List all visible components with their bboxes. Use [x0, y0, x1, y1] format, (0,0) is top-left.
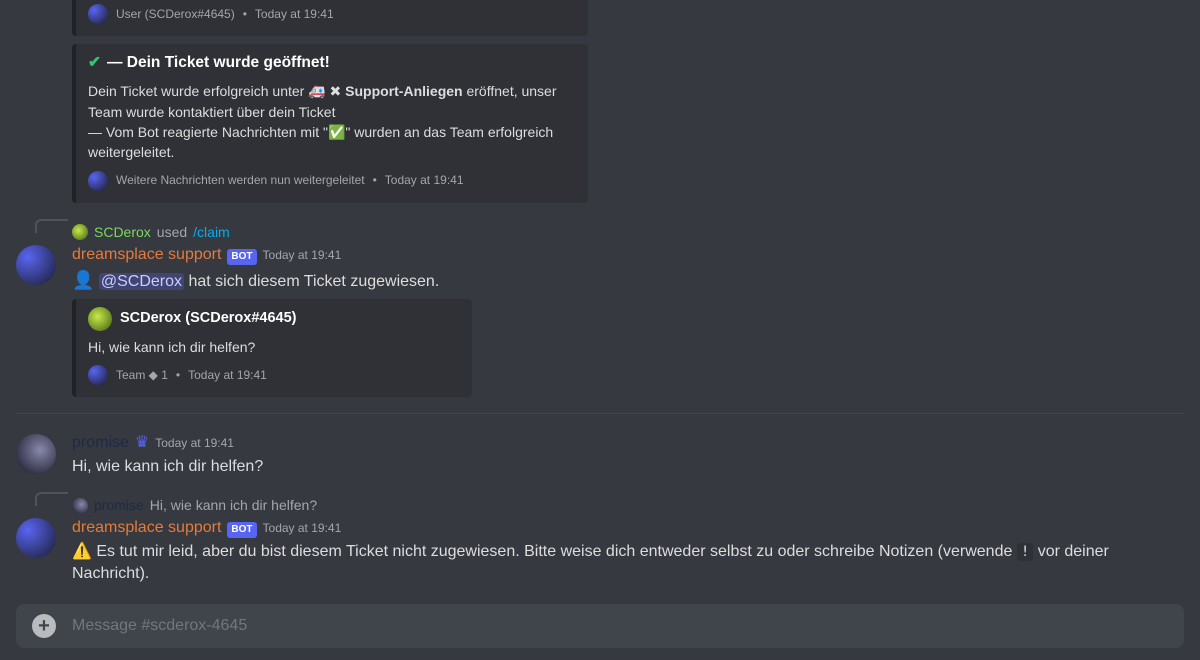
message-group: promise ♛ Today at 19:41 Hi, wie kann ic… — [0, 430, 1200, 478]
embed-footer: Weitere Nachrichten werden nun weitergel… — [88, 171, 572, 191]
footer-avatar-icon — [88, 4, 108, 24]
username[interactable]: promise — [72, 432, 129, 454]
reply-preview: Hi, wie kann ich dir helfen? — [150, 496, 317, 515]
reply-action: used — [157, 223, 187, 242]
message-divider — [16, 413, 1184, 414]
message-group: SCDerox used /claim dreamsplace support … — [0, 223, 1200, 398]
slash-command[interactable]: /claim — [193, 223, 230, 242]
reply-username: SCDerox — [94, 223, 151, 242]
message-content: ⚠️ Es tut mir leid, aber du bist diesem … — [72, 541, 1184, 585]
message-input[interactable] — [72, 617, 1168, 635]
dot-separator-icon: • — [373, 172, 377, 189]
timestamp: Today at 19:41 — [155, 435, 234, 452]
author-avatar-icon — [88, 307, 112, 331]
reply-avatar-icon — [72, 498, 88, 514]
footer-time: Today at 19:41 — [255, 6, 334, 23]
author-name: SCDerox (SCDerox#4645) — [120, 309, 297, 329]
message-header: promise ♛ Today at 19:41 — [72, 432, 1184, 454]
embed-description: Hi, wie kann ich dir helfen? — [88, 337, 456, 357]
message-content: Hi, wie kann ich dir helfen? — [72, 456, 1184, 478]
embed-title: ✔ — Dein Ticket wurde geöffnet! — [88, 52, 572, 73]
reply-context[interactable]: SCDerox used /claim — [72, 223, 1184, 242]
reply-username: promise — [94, 496, 144, 515]
embed-description: Dein Ticket wurde erfolgreich unter 🚑 ✖ … — [88, 81, 572, 162]
message-group: promise Hi, wie kann ich dir helfen? dre… — [0, 496, 1200, 585]
embed-ticket-opened: ✔ — Dein Ticket wurde geöffnet! Dein Tic… — [72, 44, 588, 203]
message-header: dreamsplace support BOT Today at 19:41 — [72, 244, 1184, 266]
bot-badge: BOT — [227, 249, 256, 265]
embed-footer: Team ◆ 1 • Today at 19:41 — [88, 365, 456, 385]
username[interactable]: dreamsplace support — [72, 244, 221, 266]
reply-avatar-icon — [72, 224, 88, 240]
dot-separator-icon: • — [176, 367, 180, 384]
footer-time: Today at 19:41 — [385, 172, 464, 189]
avatar[interactable] — [16, 245, 56, 285]
attach-button[interactable]: + — [32, 614, 56, 638]
footer-avatar-icon — [88, 365, 108, 385]
dot-separator-icon: • — [243, 6, 247, 23]
code-inline: ! — [1017, 543, 1033, 561]
footer-text: Team ◆ 1 — [116, 367, 168, 384]
footer-text: Weitere Nachrichten werden nun weitergel… — [116, 172, 365, 189]
embed-team-reply: SCDerox (SCDerox#4645) Hi, wie kann ich … — [72, 299, 472, 397]
embed-user-opened: User (SCDerox#4645) • Today at 19:41 — [72, 0, 588, 36]
message-list: User (SCDerox#4645) • Today at 19:41 ✔ —… — [0, 0, 1200, 604]
check-icon: ✔ — [88, 52, 101, 73]
user-mention[interactable]: @SCDerox — [99, 273, 184, 290]
reply-spine-icon — [35, 492, 68, 506]
message-input-area: + — [16, 604, 1184, 648]
message-header: dreamsplace support BOT Today at 19:41 — [72, 517, 1184, 539]
message-input-box[interactable]: + — [16, 604, 1184, 648]
footer-time: Today at 19:41 — [188, 367, 267, 384]
embed-footer: User (SCDerox#4645) • Today at 19:41 — [88, 4, 572, 24]
crown-icon: ♛ — [135, 432, 149, 454]
silhouette-icon: 👤 — [72, 270, 94, 290]
message-content: 👤 @SCDerox hat sich diesem Ticket zugewi… — [72, 268, 1184, 293]
avatar[interactable] — [16, 434, 56, 474]
reply-spine-icon — [35, 219, 68, 233]
avatar[interactable] — [16, 518, 56, 558]
footer-text: User (SCDerox#4645) — [116, 6, 235, 23]
username[interactable]: dreamsplace support — [72, 517, 221, 539]
embed-author: SCDerox (SCDerox#4645) — [88, 307, 456, 331]
timestamp: Today at 19:41 — [263, 247, 342, 264]
bot-badge: BOT — [227, 522, 256, 538]
reply-context[interactable]: promise Hi, wie kann ich dir helfen? — [72, 496, 1184, 515]
footer-avatar-icon — [88, 171, 108, 191]
timestamp: Today at 19:41 — [263, 520, 342, 537]
